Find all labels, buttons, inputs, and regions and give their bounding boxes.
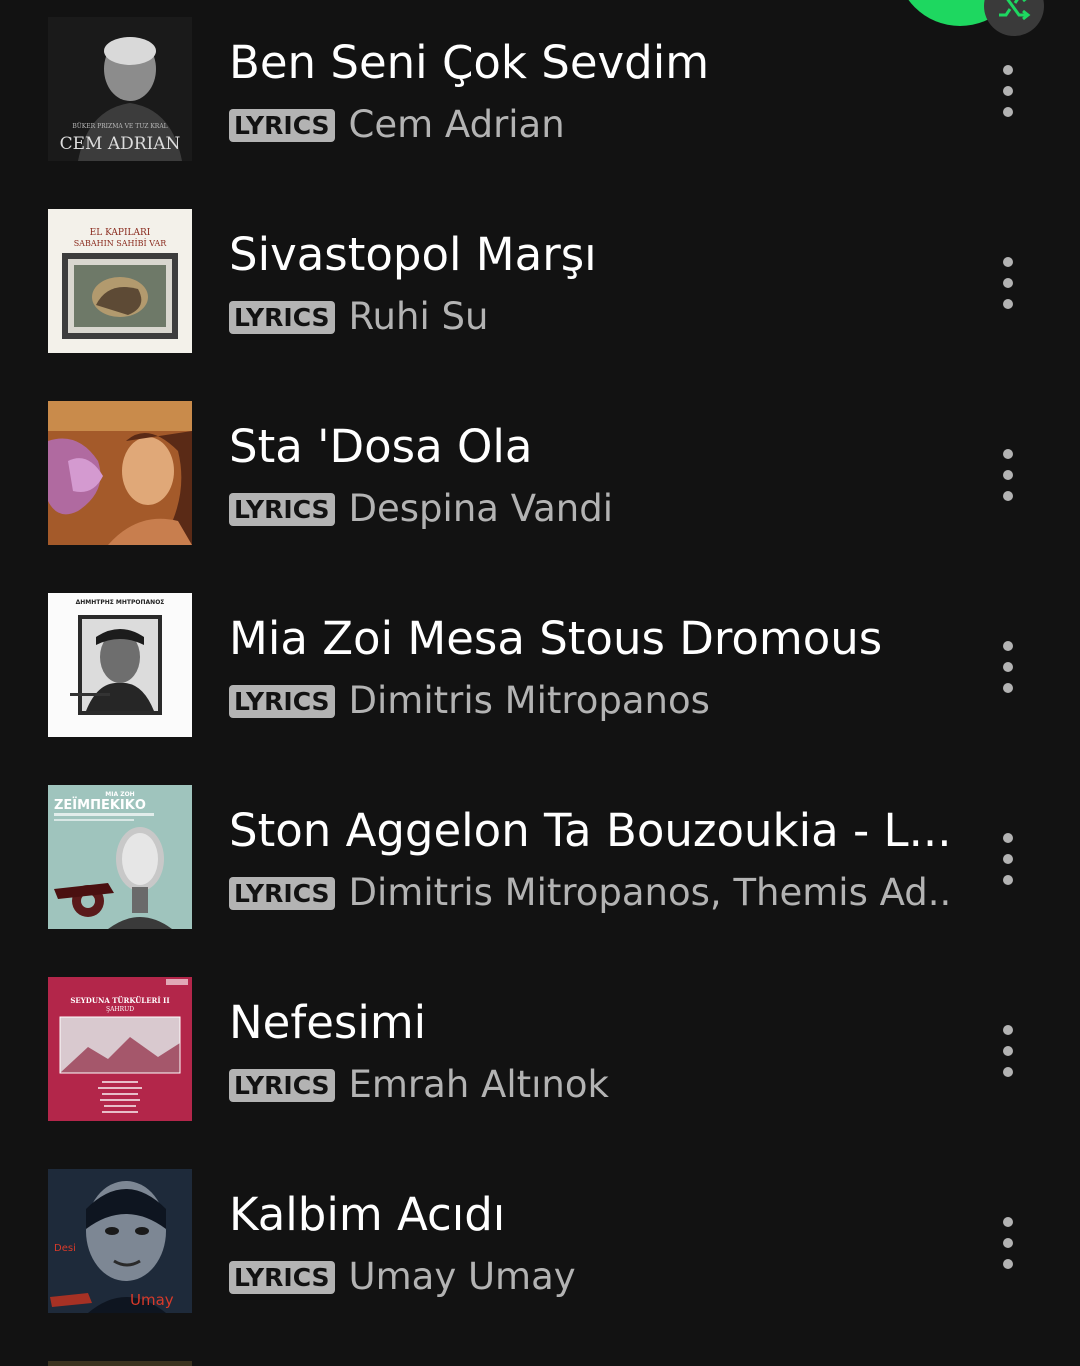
more-dot-icon [1003, 641, 1013, 651]
track-meta: LYRICS Ruhi Su [229, 295, 949, 339]
album-cover: EL KAPILARI SABAHIN SAHİBİ VAR [48, 209, 192, 353]
more-options-button[interactable] [984, 55, 1032, 127]
more-options-button[interactable] [984, 823, 1032, 895]
track-artist: Emrah Altınok [348, 1063, 609, 1106]
more-dot-icon [1003, 662, 1013, 672]
svg-text:SEYDUNA TÜRKÜLERİ II: SEYDUNA TÜRKÜLERİ II [70, 996, 169, 1005]
more-options-button[interactable] [984, 439, 1032, 511]
more-dot-icon [1003, 1025, 1013, 1035]
more-dot-icon [1003, 875, 1013, 885]
lyrics-badge: LYRICS [229, 108, 335, 142]
track-artist: Dimitris Mitropanos, Themis Ad... [348, 871, 949, 914]
track-row[interactable]: EL KAPILARI SABAHIN SAHİBİ VAR Sivastopo… [0, 209, 1080, 401]
lyrics-badge: LYRICS [229, 684, 335, 718]
more-dot-icon [1003, 107, 1013, 117]
track-row[interactable]: ΔΗΜΗΤΡΗΣ ΜΗΤΡΟΠΑΝΟΣ Mia Zoi Mesa Stous D… [0, 593, 1080, 785]
track-meta: LYRICS Dimitris Mitropanos [229, 679, 949, 723]
more-dot-icon [1003, 278, 1013, 288]
track-title: Ston Aggelon Ta Bouzoukia - L... [229, 804, 949, 857]
track-title: Nefesimi [229, 996, 427, 1049]
more-dot-icon [1003, 833, 1013, 843]
track-row[interactable]: BÜKER PRIZMA VE TUZ KRAL CEM ADRIAN Ben … [0, 17, 1080, 209]
svg-text:MIA ZOH: MIA ZOH [105, 791, 134, 798]
track-title: Sivastopol Marşı [229, 228, 597, 281]
more-dot-icon [1003, 470, 1013, 480]
lyrics-badge: LYRICS [229, 492, 335, 526]
svg-text:SABAHIN SAHİBİ VAR: SABAHIN SAHİBİ VAR [74, 239, 168, 248]
track-title: Kalbim Acıdı [229, 1188, 506, 1241]
track-title: Ben Seni Çok Sevdim [229, 36, 710, 89]
more-dot-icon [1003, 449, 1013, 459]
more-dot-icon [1003, 1259, 1013, 1269]
lyrics-badge: LYRICS [229, 1260, 335, 1294]
more-dot-icon [1003, 299, 1013, 309]
more-options-button[interactable] [984, 247, 1032, 319]
more-options-button[interactable] [984, 631, 1032, 703]
svg-text:ΔΗΜΗΤΡΗΣ ΜΗΤΡΟΠΑΝΟΣ: ΔΗΜΗΤΡΗΣ ΜΗΤΡΟΠΑΝΟΣ [76, 599, 165, 606]
track-artist: Dimitris Mitropanos [348, 679, 710, 722]
svg-text:Desi: Desi [54, 1243, 76, 1254]
track-list: BÜKER PRIZMA VE TUZ KRAL CEM ADRIAN Ben … [0, 17, 1080, 1361]
more-options-button[interactable] [984, 1015, 1032, 1087]
track-row[interactable]: Sta 'Dosa Ola LYRICS Despina Vandi [0, 401, 1080, 593]
more-dot-icon [1003, 854, 1013, 864]
more-dot-icon [1003, 257, 1013, 267]
lyrics-badge: LYRICS [229, 1068, 335, 1102]
svg-text:CEM ADRIAN: CEM ADRIAN [60, 134, 181, 154]
track-artist: Ruhi Su [348, 295, 489, 338]
more-options-button[interactable] [984, 1207, 1032, 1279]
track-row[interactable]: MIA ZOH ΖΕΪΜΠΕΚΙΚΟ Ston Aggelon Ta Bouzo… [0, 785, 1080, 977]
track-meta: LYRICS Umay Umay [229, 1255, 949, 1299]
track-artist: Cem Adrian [348, 103, 565, 146]
track-row[interactable]: Desi Umay Kalbim Acıdı LYRICS Umay Umay [0, 1169, 1080, 1361]
album-cover: ΔΗΜΗΤΡΗΣ ΜΗΤΡΟΠΑΝΟΣ [48, 593, 192, 737]
track-title: Mia Zoi Mesa Stous Dromous [229, 612, 883, 665]
more-dot-icon [1003, 65, 1013, 75]
album-cover: BÜKER PRIZMA VE TUZ KRAL CEM ADRIAN [48, 17, 192, 161]
more-dot-icon [1003, 1046, 1013, 1056]
svg-text:Umay: Umay [130, 1291, 174, 1309]
more-dot-icon [1003, 1067, 1013, 1077]
svg-text:EL KAPILARI: EL KAPILARI [90, 228, 151, 238]
more-dot-icon [1003, 683, 1013, 693]
album-cover: Desi Umay [48, 1169, 192, 1313]
album-cover [48, 401, 192, 545]
more-dot-icon [1003, 1217, 1013, 1227]
more-dot-icon [1003, 1238, 1013, 1248]
more-dot-icon [1003, 86, 1013, 96]
track-title: Sta 'Dosa Ola [229, 420, 533, 473]
album-cover: MIA ZOH ΖΕΪΜΠΕΚΙΚΟ [48, 785, 192, 929]
track-meta: LYRICS Cem Adrian [229, 103, 949, 147]
lyrics-badge: LYRICS [229, 876, 335, 910]
track-row[interactable]: SEYDUNA TÜRKÜLERİ II ŞAHRUD Nefesimi LYR… [0, 977, 1080, 1169]
track-meta: LYRICS Despina Vandi [229, 487, 949, 531]
lyrics-badge: LYRICS [229, 300, 335, 334]
track-meta: LYRICS Emrah Altınok [229, 1063, 949, 1107]
track-artist: Despina Vandi [348, 487, 614, 530]
track-artist: Umay Umay [348, 1255, 576, 1298]
svg-text:ŞAHRUD: ŞAHRUD [106, 1006, 134, 1013]
album-cover [48, 1361, 192, 1366]
more-dot-icon [1003, 491, 1013, 501]
album-cover: SEYDUNA TÜRKÜLERİ II ŞAHRUD [48, 977, 192, 1121]
svg-text:BÜKER PRIZMA VE TUZ KRAL: BÜKER PRIZMA VE TUZ KRAL [72, 123, 167, 130]
playlist-screen: BÜKER PRIZMA VE TUZ KRAL CEM ADRIAN Ben … [0, 0, 1080, 1366]
track-meta: LYRICS Dimitris Mitropanos, Themis Ad... [229, 871, 949, 915]
svg-text:ΖΕΪΜΠΕΚΙΚΟ: ΖΕΪΜΠΕΚΙΚΟ [54, 797, 146, 813]
